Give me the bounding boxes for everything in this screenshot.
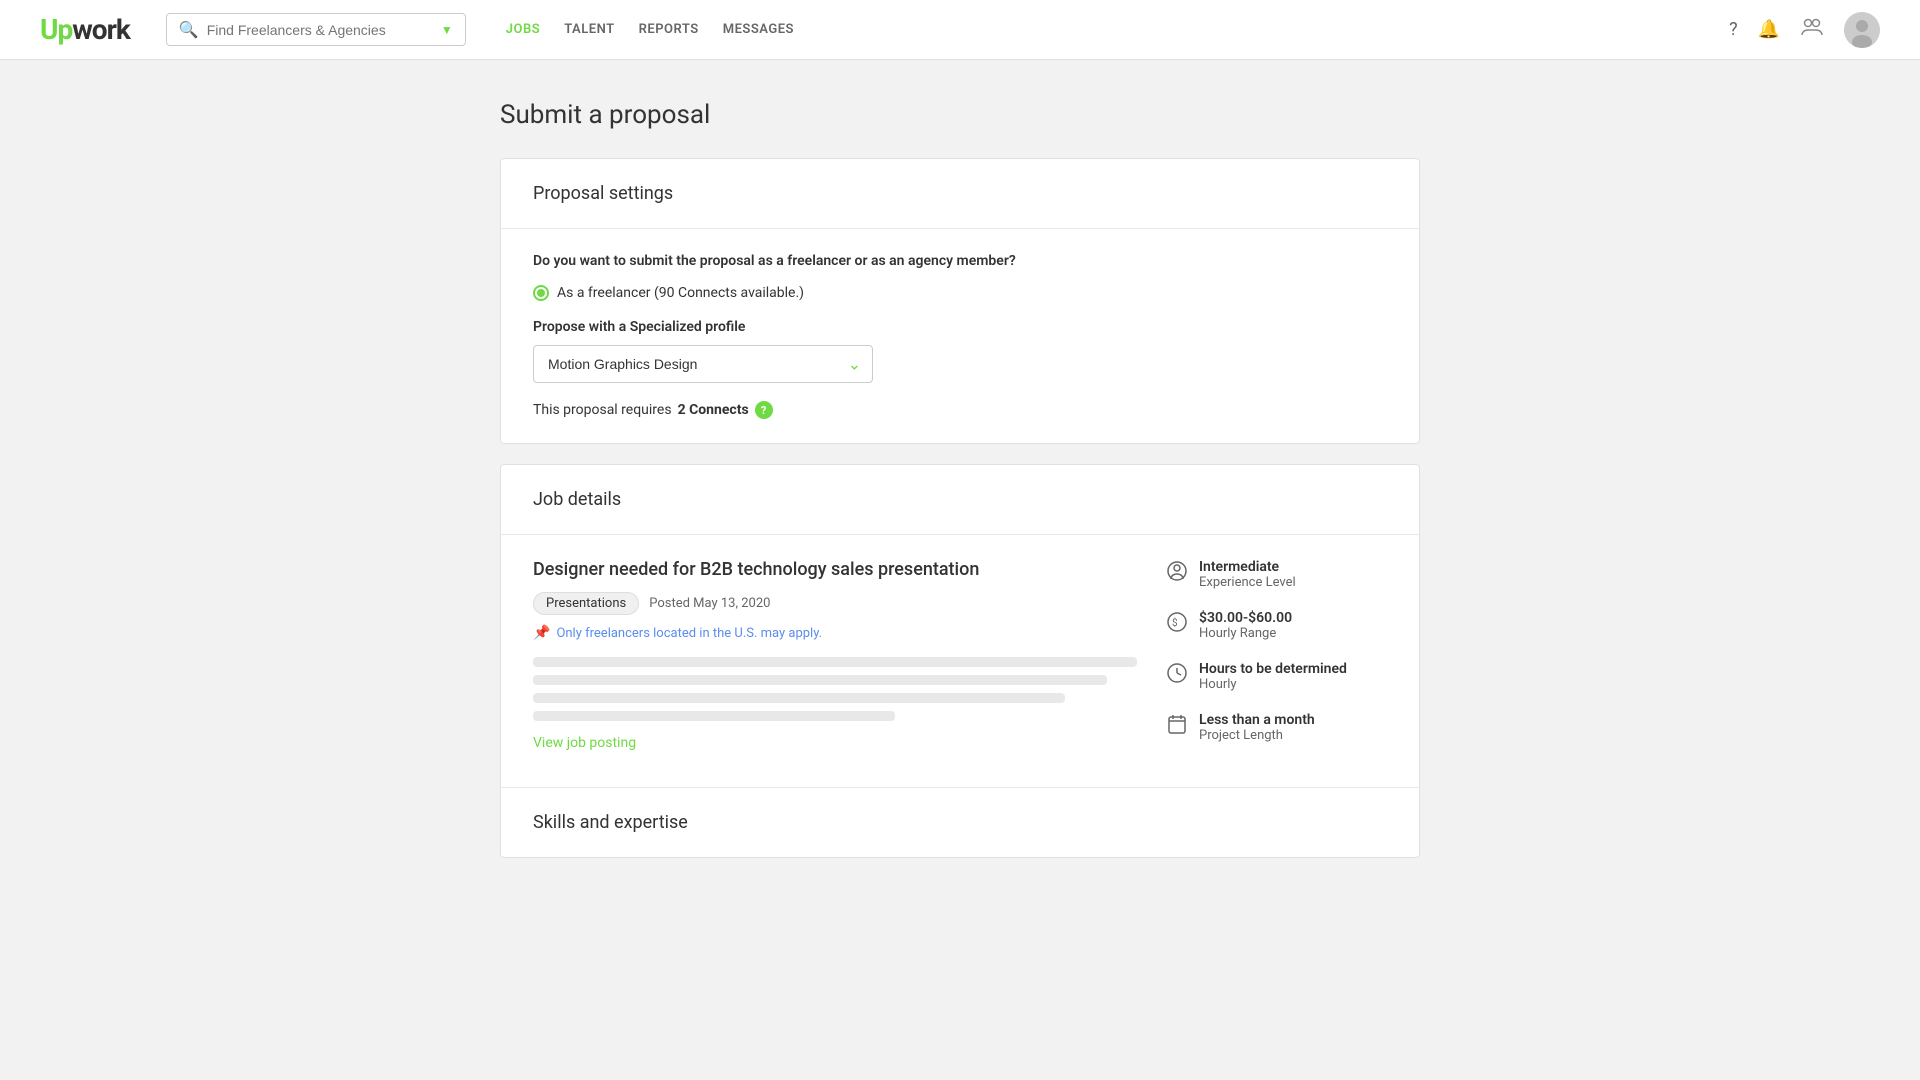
proposal-settings-title: Proposal settings [533, 183, 1387, 204]
job-sidebar: Intermediate Experience Level $ [1167, 559, 1387, 763]
nav-talent[interactable]: TALENT [564, 22, 614, 37]
project-length-content: Less than a month Project Length [1199, 712, 1315, 743]
hours-label: Hours to be determined [1199, 661, 1347, 677]
freelancer-radio-label: As a freelancer (90 Connects available.) [557, 285, 804, 301]
freelancer-radio[interactable] [533, 285, 549, 301]
specialize-label: Propose with a Specialized profile [533, 319, 1387, 335]
connects-info: This proposal requires 2 Connects ? [533, 401, 1387, 419]
job-details-title: Job details [533, 489, 1387, 510]
search-icon: 🔍 [179, 20, 199, 39]
job-tags-row: Presentations Posted May 13, 2020 [533, 592, 1137, 615]
skills-header: Skills and expertise [501, 788, 1419, 833]
switch-account-icon[interactable] [1800, 15, 1824, 44]
job-main: Designer needed for B2B technology sales… [533, 559, 1137, 763]
nav-links: JOBS TALENT REPORTS MESSAGES [506, 22, 794, 37]
experience-level-sub: Experience Level [1199, 575, 1296, 590]
logo-text: Upwork [40, 13, 130, 46]
search-dropdown-icon: ▼ [441, 23, 453, 37]
location-text: Only freelancers located in the U.S. may… [556, 626, 822, 641]
skeleton-line-2 [533, 675, 1107, 685]
experience-icon [1167, 561, 1189, 583]
nav-reports[interactable]: REPORTS [639, 22, 699, 37]
job-title: Designer needed for B2B technology sales… [533, 559, 1137, 580]
job-details-header: Job details [501, 465, 1419, 535]
job-card-inner: Designer needed for B2B technology sales… [533, 559, 1387, 763]
hourly-content: $30.00-$60.00 Hourly Range [1199, 610, 1292, 641]
search-bar[interactable]: 🔍 ▼ [166, 13, 466, 46]
experience-level-item: Intermediate Experience Level [1167, 559, 1387, 590]
project-length-sub: Project Length [1199, 728, 1315, 743]
project-length-label: Less than a month [1199, 712, 1315, 728]
search-input[interactable] [207, 22, 433, 38]
experience-level-label: Intermediate [1199, 559, 1296, 575]
hours-item: Hours to be determined Hourly [1167, 661, 1387, 692]
notification-icon[interactable]: 🔔 [1758, 19, 1780, 40]
skeleton-line-4 [533, 711, 895, 721]
hourly-range-label: $30.00-$60.00 [1199, 610, 1292, 626]
experience-content: Intermediate Experience Level [1199, 559, 1296, 590]
freelancer-radio-option[interactable]: As a freelancer (90 Connects available.) [533, 285, 1387, 301]
nav-jobs[interactable]: JOBS [506, 22, 540, 37]
nav-right: ? 🔔 [1729, 12, 1880, 48]
project-length-icon [1167, 714, 1189, 736]
hourly-range-item: $ $30.00-$60.00 Hourly Range [1167, 610, 1387, 641]
hours-sub: Hourly [1199, 677, 1347, 692]
skeleton-line-1 [533, 657, 1137, 667]
proposal-question: Do you want to submit the proposal as a … [533, 253, 1387, 269]
post-date: Posted May 13, 2020 [649, 596, 770, 611]
job-tag: Presentations [533, 592, 639, 615]
logo[interactable]: Upwork [40, 13, 130, 46]
nav-messages[interactable]: MESSAGES [723, 22, 794, 37]
main-content: Submit a proposal Proposal settings Do y… [480, 60, 1440, 938]
avatar[interactable] [1844, 12, 1880, 48]
connects-info-icon[interactable]: ? [755, 401, 773, 419]
connects-prefix: This proposal requires [533, 402, 672, 418]
page-title: Submit a proposal [500, 100, 1420, 130]
proposal-settings-card: Proposal settings Do you want to submit … [500, 158, 1420, 444]
connects-count: 2 Connects [678, 402, 749, 418]
svg-text:$: $ [1172, 616, 1178, 629]
navbar: Upwork 🔍 ▼ JOBS TALENT REPORTS MESSAGES … [0, 0, 1920, 60]
proposal-settings-header: Proposal settings [501, 159, 1419, 229]
location-row: 📌 Only freelancers located in the U.S. m… [533, 625, 1137, 641]
job-details-card: Job details Designer needed for B2B tech… [500, 464, 1420, 858]
proposal-settings-body: Do you want to submit the proposal as a … [501, 229, 1419, 443]
project-length-item: Less than a month Project Length [1167, 712, 1387, 743]
help-icon[interactable]: ? [1729, 19, 1738, 40]
specialized-profile-select-wrapper: Motion Graphics Design General Profile ⌄ [533, 345, 873, 383]
skeleton-line-3 [533, 693, 1065, 703]
skeleton-lines [533, 657, 1137, 721]
view-job-link[interactable]: View job posting [533, 735, 636, 751]
specialized-profile-select[interactable]: Motion Graphics Design General Profile [533, 345, 873, 383]
hours-content: Hours to be determined Hourly [1199, 661, 1347, 692]
location-icon: 📌 [533, 625, 550, 641]
hourly-range-sub: Hourly Range [1199, 626, 1292, 641]
hourly-icon: $ [1167, 612, 1189, 634]
hours-icon [1167, 663, 1189, 685]
job-card-inner-wrap: Designer needed for B2B technology sales… [501, 535, 1419, 788]
